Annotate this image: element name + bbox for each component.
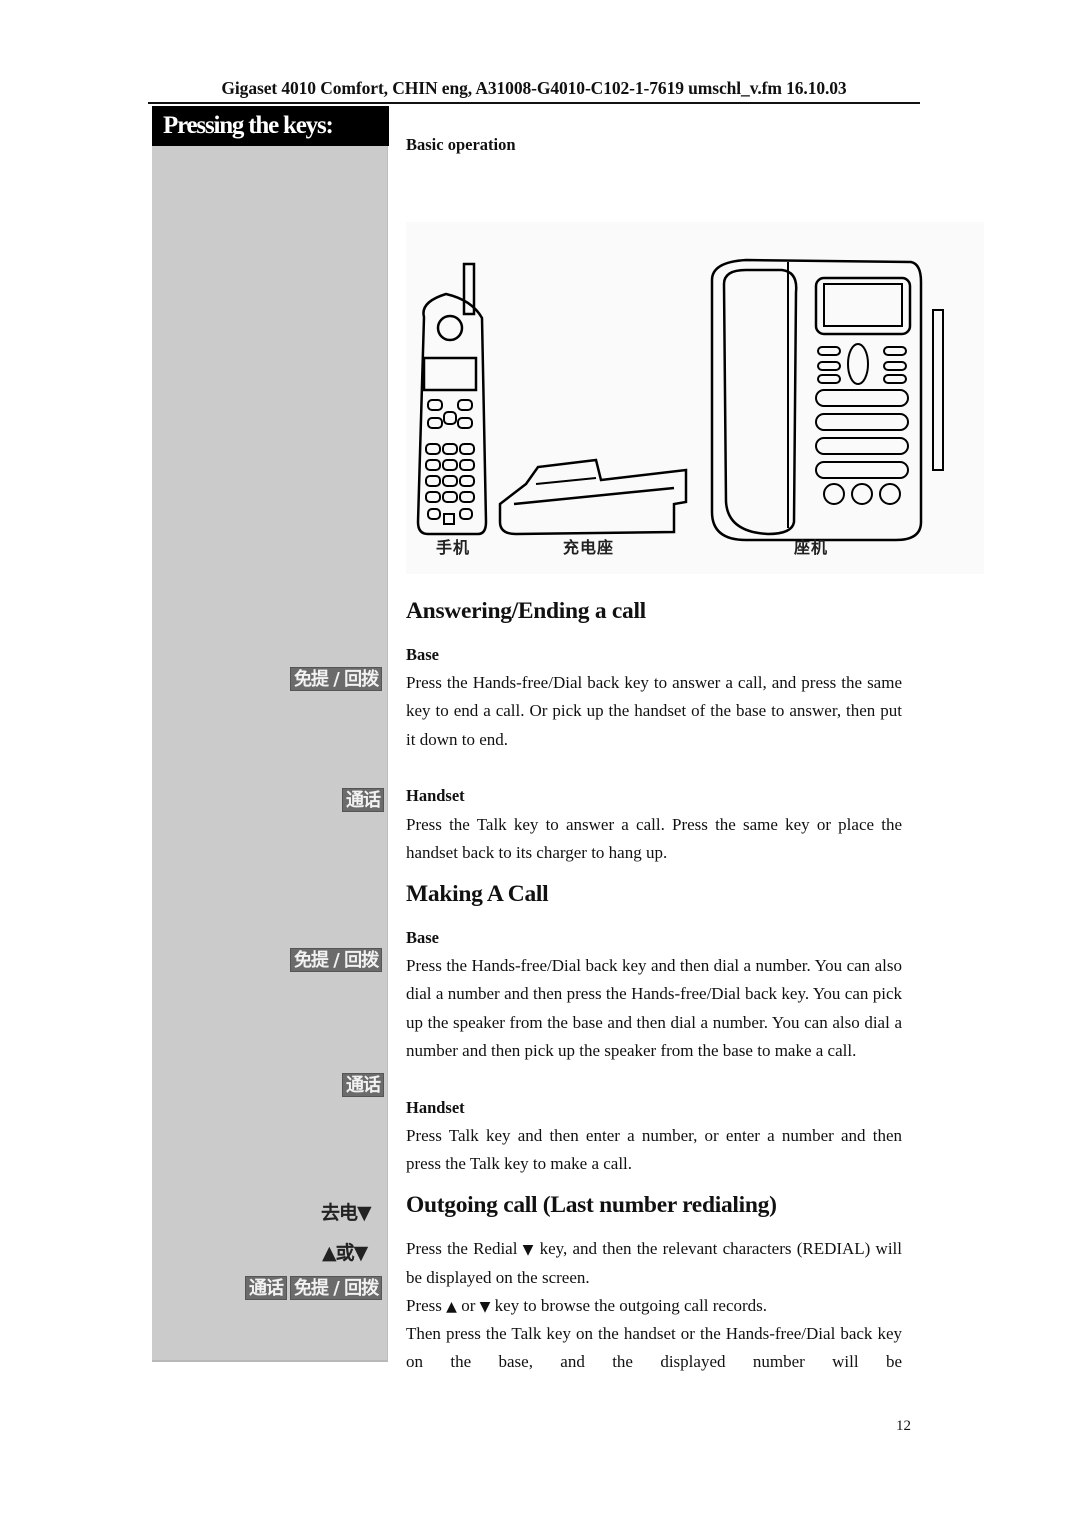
header-divider: [148, 102, 920, 104]
text: Press: [406, 1296, 442, 1315]
text: Press the Redial: [406, 1239, 518, 1258]
caption-handset: 手机: [436, 538, 471, 557]
up-arrow-icon: ▲: [446, 1299, 457, 1315]
caption-charger: 充电座: [563, 538, 615, 557]
heading-answering-ending: Answering/Ending a call: [406, 598, 646, 624]
charger-illustration: [498, 458, 688, 536]
up-or-down-key-icon: ▲或▼: [322, 1242, 368, 1264]
section-title: Basic operation: [406, 135, 516, 154]
product-figure: 手机 充电座 座机: [406, 222, 984, 574]
paragraph-call-base: Press the Hands-free/Dial back key and t…: [406, 956, 902, 1060]
label-base: Base: [406, 645, 439, 664]
talk-key-icon: 通话: [342, 1073, 384, 1097]
label-handset: Handset: [406, 786, 465, 805]
paragraph-dial-recorded: Then press the Talk key on the handset o…: [406, 1324, 902, 1372]
handsfree-dialback-key-icon: 免提 / 回拨: [290, 948, 383, 972]
text: or: [461, 1296, 476, 1315]
talk-key-icon: 通话: [342, 788, 384, 812]
caption-base-unit: 座机: [794, 538, 829, 557]
heading-making-call: Making A Call: [406, 881, 549, 907]
label-base: Base: [406, 928, 439, 947]
handsfree-dialback-key-icon: 免提 / 回拨: [290, 667, 383, 691]
paragraph-answer-base: Press the Hands-free/Dial back key to an…: [406, 673, 902, 749]
document-header: Gigaset 4010 Comfort, CHIN eng, A31008-G…: [221, 78, 847, 98]
heading-outgoing-call: Outgoing call (Last number redialing): [406, 1192, 777, 1218]
handsfree-dialback-key-icon: 免提 / 回拨: [290, 1276, 383, 1300]
paragraph-redial: Press the Redial ▼ key, and then the rel…: [406, 1235, 902, 1293]
page-number: 12: [896, 1418, 911, 1434]
phones-illustration: [416, 258, 944, 542]
label-handset: Handset: [406, 1098, 465, 1117]
down-arrow-icon: ▼: [522, 1242, 535, 1258]
keys-sidebar: Pressing the keys:: [152, 106, 389, 1362]
paragraph-answer-handset: Press the Talk key to answer a call. Pre…: [406, 815, 902, 863]
paragraph-call-handset: Press Talk key and then enter a number, …: [406, 1126, 902, 1174]
redial-key-icon: 去电▼: [321, 1202, 372, 1224]
text: key to browse the outgoing call records.: [494, 1296, 768, 1315]
down-arrow-icon: ▼: [479, 1299, 491, 1315]
talk-key-icon: 通话: [245, 1276, 287, 1300]
sidebar-title: Pressing the keys:: [152, 106, 389, 146]
base-unit-illustration: [710, 258, 944, 542]
paragraph-browse: Press ▲ or ▼ key to browse the outgoing …: [406, 1292, 902, 1321]
handset-illustration: [416, 262, 488, 536]
